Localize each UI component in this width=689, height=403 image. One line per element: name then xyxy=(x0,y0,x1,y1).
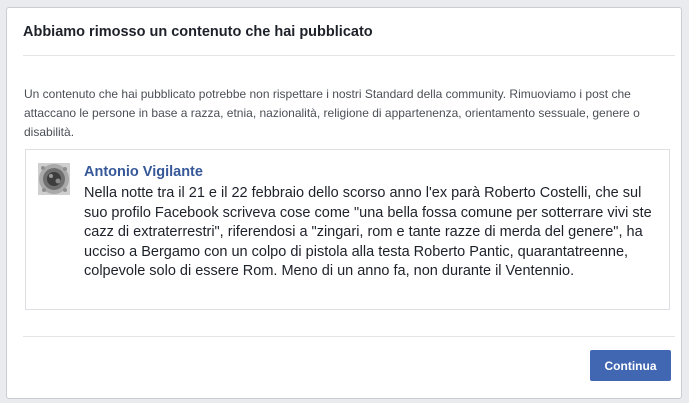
continue-button[interactable]: Continua xyxy=(590,350,671,381)
avatar[interactable] xyxy=(38,163,70,195)
removed-content-dialog: Abbiamo rimosso un contenuto che hai pub… xyxy=(6,7,682,399)
footer-divider xyxy=(23,336,675,337)
dialog-title: Abbiamo rimosso un contenuto che hai pub… xyxy=(23,24,373,40)
removed-post-card: Antonio Vigilante Nella notte tra il 21 … xyxy=(25,149,670,310)
profile-picture-icon xyxy=(38,163,70,195)
dialog-intro-text: Un contenuto che hai pubblicato potrebbe… xyxy=(24,87,640,139)
dialog-header: Abbiamo rimosso un contenuto che hai pub… xyxy=(23,20,675,56)
post-author-link[interactable]: Antonio Vigilante xyxy=(84,164,203,180)
post-text: Nella notte tra il 21 e il 22 febbraio d… xyxy=(84,185,652,279)
